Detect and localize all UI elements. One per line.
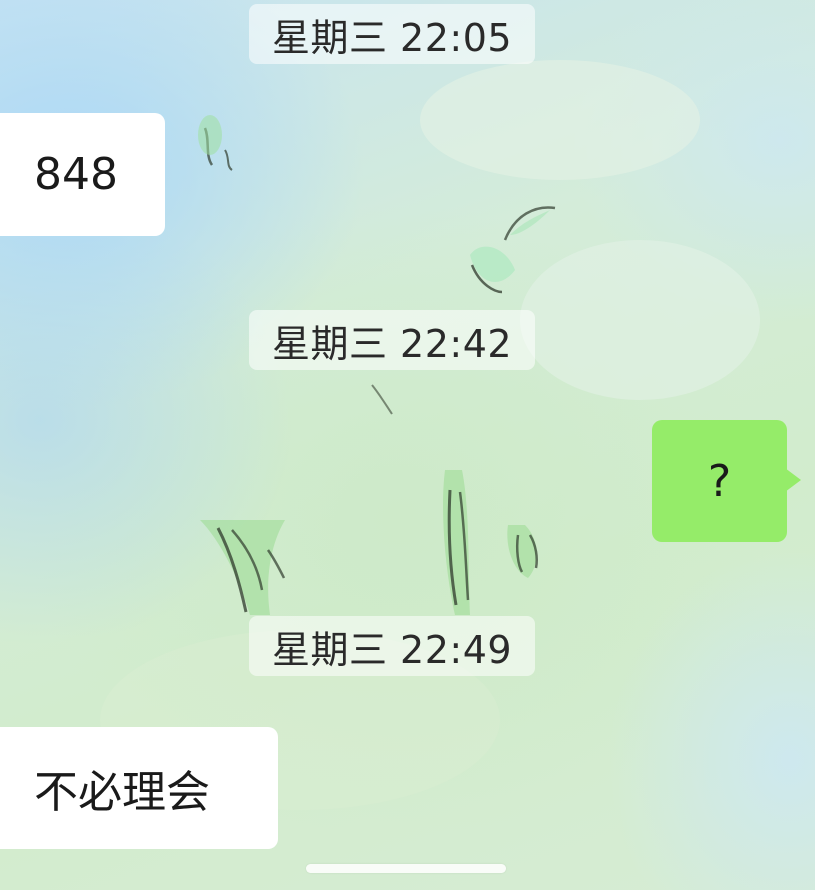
incoming-message-bubble[interactable]: 不必理会 bbox=[0, 727, 278, 849]
bubble-tail bbox=[785, 468, 801, 492]
chat-conversation[interactable]: 星期三 22:05 848 星期三 22:42 ? 星期三 22:49 不必理会 bbox=[0, 0, 815, 890]
incoming-message-bubble[interactable]: 848 bbox=[0, 113, 165, 236]
message-text: 不必理会 bbox=[34, 767, 210, 818]
timestamp-label: 星期三 22:49 bbox=[249, 616, 535, 676]
timestamp-label: 星期三 22:42 bbox=[249, 310, 535, 370]
message-text: ? bbox=[707, 455, 732, 507]
home-indicator[interactable] bbox=[306, 864, 506, 873]
message-text: 848 bbox=[34, 149, 118, 200]
outgoing-message-bubble[interactable]: ? bbox=[652, 420, 787, 542]
timestamp-label: 星期三 22:05 bbox=[249, 4, 535, 64]
